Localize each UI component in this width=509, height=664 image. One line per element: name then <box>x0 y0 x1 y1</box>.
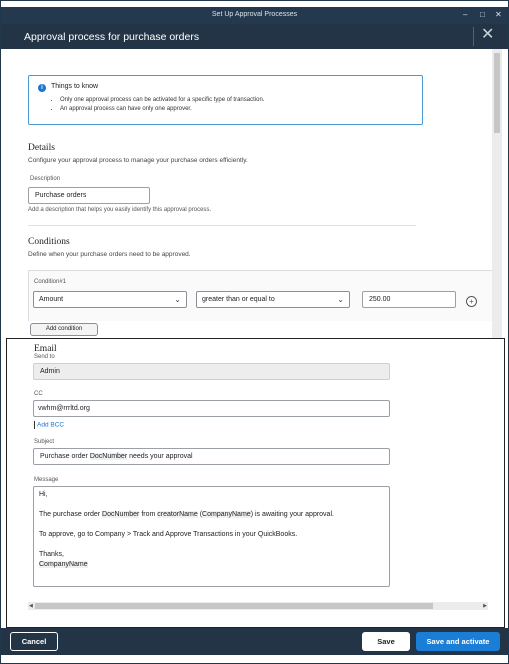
condition-card: Condition#1 Amount ⌄ greater than or equ… <box>28 270 492 321</box>
horizontal-scrollbar[interactable]: ◀ ▶ <box>28 602 488 610</box>
info-list: Only one approval process can be activat… <box>51 96 264 114</box>
details-title: Details <box>28 143 55 153</box>
window-title: Set Up Approval Processes <box>211 11 298 18</box>
cancel-button[interactable]: Cancel <box>10 632 58 651</box>
creatorname-token: creatorName <box>157 511 198 518</box>
dialog-header: Approval process for purchase orders ✕ <box>1 24 508 49</box>
email-section: Email Send to Admin CC vwhm@rrrltd.org A… <box>6 338 505 628</box>
conditions-title: Conditions <box>28 237 70 247</box>
subject-text: Purchase order <box>40 453 90 460</box>
save-button[interactable]: Save <box>362 632 410 651</box>
subject-label: Subject <box>34 439 55 445</box>
minimize-icon[interactable]: – <box>463 10 467 20</box>
info-icon: i <box>38 84 46 92</box>
message-greeting: Hi, <box>39 491 48 498</box>
subject-input[interactable]: Purchase order DocNumber needs your appr… <box>33 448 390 465</box>
window-close-icon[interactable]: ✕ <box>495 10 502 20</box>
info-heading: Things to know <box>51 83 99 90</box>
maximize-icon[interactable]: □ <box>480 10 485 20</box>
cc-label: CC <box>34 391 43 397</box>
cc-input[interactable]: vwhm@rrrltd.org <box>33 400 390 417</box>
info-bullet: An approval process can have only one ap… <box>60 105 264 114</box>
companyname-token: CompanyName <box>39 561 88 568</box>
details-description: Configure your approval process to manag… <box>28 157 248 164</box>
description-label: Description <box>30 176 61 182</box>
condition-amount-input[interactable]: 250.00 <box>362 291 456 308</box>
chevron-down-icon: ⌄ <box>174 295 181 304</box>
conditions-description: Define when your purchase orders need to… <box>28 251 191 258</box>
companyname-token: CompanyName <box>202 511 251 518</box>
message-textarea[interactable]: Hi, The purchase order DocNumber from cr… <box>33 486 390 587</box>
add-bcc-link[interactable]: Add BCC <box>34 421 64 429</box>
message-label: Message <box>34 477 59 483</box>
scrollbar-thumb[interactable] <box>494 53 500 133</box>
cursor-bar <box>34 421 35 429</box>
email-title: Email <box>34 344 57 354</box>
scroll-right-icon[interactable]: ▶ <box>483 602 487 610</box>
condition-label: Condition#1 <box>34 279 67 285</box>
message-instructions: To approve, go to Company > Track and Ap… <box>39 531 298 538</box>
section-divider <box>28 225 416 226</box>
description-input[interactable]: Purchase orders <box>28 187 150 204</box>
info-box: i Things to know Only one approval proce… <box>28 75 423 125</box>
chevron-down-icon: ⌄ <box>337 295 344 304</box>
subject-text: needs your approval <box>127 453 193 460</box>
window-titlebar: Set Up Approval Processes – □ ✕ <box>1 7 508 24</box>
approval-window: Set Up Approval Processes – □ ✕ Approval… <box>0 0 509 664</box>
add-condition-button[interactable]: Add condition <box>30 323 98 336</box>
message-line: The purchase order DocNumber from creato… <box>39 511 334 518</box>
condition-field-value: Amount <box>39 296 64 303</box>
info-bullet: Only one approval process can be activat… <box>60 96 264 105</box>
message-signature: CompanyName <box>39 560 384 570</box>
add-bcc-label: Add BCC <box>37 421 65 429</box>
condition-operator-value: greater than or equal to <box>202 296 275 303</box>
description-hint: Add a description that helps you easily … <box>28 207 212 213</box>
close-icon[interactable]: ✕ <box>481 26 494 44</box>
dialog-footer: Cancel Save Save and activate <box>1 628 508 655</box>
scrollbar-thumb[interactable] <box>35 603 433 609</box>
condition-field-select[interactable]: Amount ⌄ <box>33 291 187 308</box>
dialog-title: Approval process for purchase orders <box>24 31 200 43</box>
condition-operator-select[interactable]: greater than or equal to ⌄ <box>196 291 350 308</box>
save-and-activate-button[interactable]: Save and activate <box>416 632 500 651</box>
message-thanks: Thanks, <box>39 551 64 558</box>
send-to-label: Send to <box>34 354 55 360</box>
header-divider <box>473 27 474 46</box>
docnumber-token: DocNumber <box>89 453 128 460</box>
add-circle-icon[interactable]: + <box>466 296 477 307</box>
docnumber-token: DocNumber <box>102 511 140 518</box>
send-to-field: Admin <box>33 363 390 380</box>
scroll-left-icon[interactable]: ◀ <box>29 602 33 610</box>
